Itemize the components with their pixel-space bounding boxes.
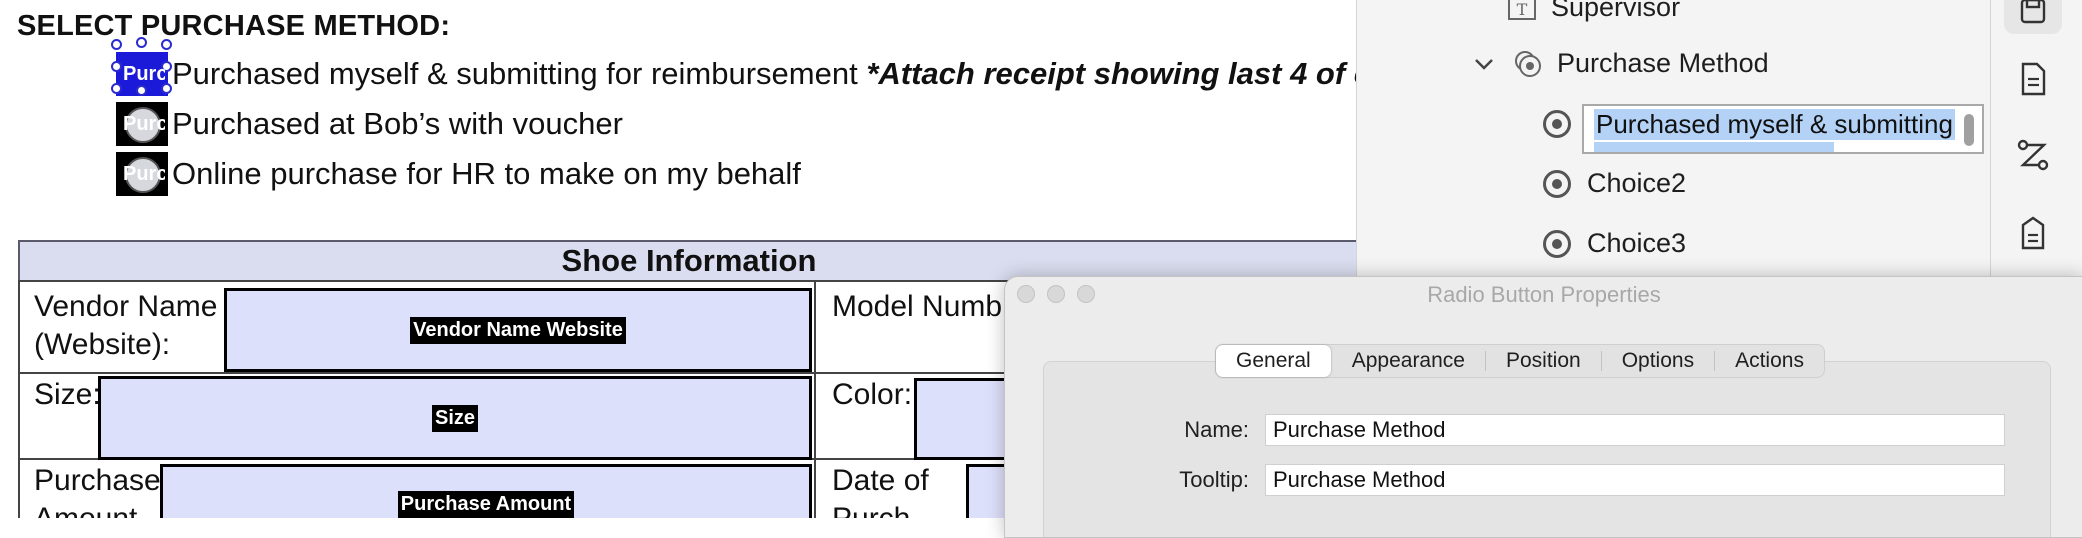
size-field[interactable]: Size (98, 376, 812, 460)
clipboard-icon (2021, 216, 2045, 250)
tree-item-supervisor[interactable]: T Supervisor (1507, 0, 1680, 23)
tree-child-choice3[interactable]: Choice3 (1543, 228, 1686, 259)
date-label-line: Purch (832, 500, 929, 518)
name-row: Name: Purchase Method (1005, 414, 2005, 446)
resize-handle[interactable] (111, 83, 122, 94)
date-label-line: Date of (832, 464, 929, 497)
radio-button-option-3[interactable]: Purc (116, 152, 168, 196)
chevron-down-icon[interactable] (1473, 53, 1495, 75)
purchase-option-2: Purc Purchased at Bob’s with voucher (116, 102, 623, 146)
radio-button-properties-dialog: Radio Button Properties General Appearan… (1004, 276, 2082, 538)
name-field[interactable]: Purchase Method (1265, 414, 2005, 446)
purchase-option-1: Purc Purchased myself & submitting for r… (116, 52, 1360, 96)
field-name: Purchase Amount (397, 490, 575, 518)
resize-handle[interactable] (136, 37, 147, 48)
right-toolbar (1990, 0, 2082, 290)
tree-item-label: Supervisor (1551, 0, 1681, 22)
radio-button-label: Purc (123, 62, 168, 85)
document-icon (2021, 62, 2046, 96)
color-label: Color: (832, 378, 913, 411)
purchase-label-line: Amount (34, 500, 161, 518)
option-label-2: Purchased at Bob’s with voucher (172, 106, 623, 141)
resize-handle[interactable] (136, 85, 147, 96)
purchase-amount-field[interactable]: Purchase Amount (160, 464, 812, 518)
tree-item-label: Choice2 (1587, 168, 1687, 198)
radio-icon (1543, 169, 1571, 198)
tree-child-choice1[interactable] (1543, 110, 1587, 138)
purchase-amount-label: Purchase Amount (34, 462, 161, 518)
radio-button-option-2[interactable]: Purc (116, 102, 168, 146)
tab-options[interactable]: Options (1602, 345, 1714, 377)
date-of-purchase-label: Date of Purch (832, 462, 929, 518)
section-title: SELECT PURCHASE METHOD: (17, 10, 451, 42)
tab-general[interactable]: General (1216, 345, 1331, 377)
dialog-title: Radio Button Properties (1427, 282, 1661, 307)
rename-input[interactable]: Purchased myself & submitting (1582, 104, 1984, 154)
text-selection (1594, 142, 1834, 152)
radio-button-label: Purc (123, 162, 168, 185)
clipboard-button[interactable] (2004, 210, 2062, 256)
tree-item-purchase-method[interactable]: Purchase Method (1473, 48, 1769, 79)
field-name: Size (431, 404, 479, 432)
tab-appearance[interactable]: Appearance (1332, 345, 1485, 377)
route-button[interactable] (2004, 132, 2062, 178)
tree-item-label: Purchase Method (1557, 48, 1769, 78)
document-button[interactable] (2004, 56, 2062, 102)
tree-child-choice2[interactable]: Choice2 (1543, 168, 1686, 199)
model-number-label: Model Numb (832, 290, 1003, 323)
tree-item-label: Choice3 (1587, 228, 1687, 258)
resize-handle[interactable] (161, 39, 172, 50)
radio-icon (1543, 229, 1571, 258)
size-label: Size: (34, 378, 101, 411)
dialog-tabs: General Appearance Position Options Acti… (1215, 344, 1825, 378)
save-icon (2020, 0, 2046, 24)
tooltip-field[interactable]: Purchase Method (1265, 464, 2005, 496)
vendor-label-line: (Website): (34, 328, 171, 361)
vendor-name-field[interactable]: Vendor Name Website (224, 288, 812, 372)
purchase-option-3: Purc Online purchase for HR to make on m… (116, 152, 801, 196)
vendor-label: Vendor Name (Website): (34, 288, 217, 364)
route-icon (2017, 139, 2049, 171)
general-tab-panel (1043, 361, 2051, 537)
option-label-3: Online purchase for HR to make on my beh… (172, 156, 801, 191)
tab-actions[interactable]: Actions (1715, 345, 1824, 377)
vendor-label-line: Vendor Name (34, 290, 218, 323)
tab-position[interactable]: Position (1486, 345, 1601, 377)
tooltip-row: Tooltip: Purchase Method (1005, 464, 2005, 496)
name-label: Name: (1184, 417, 1249, 442)
option-text: Purchased myself & submitting for reimbu… (172, 56, 867, 91)
scrollbar[interactable] (1964, 114, 1974, 146)
resize-handle[interactable] (111, 61, 122, 72)
text-field-icon: T (1508, 0, 1536, 20)
radio-group-icon (1515, 50, 1541, 77)
rename-input-text: Purchased myself & submitting (1594, 109, 1955, 140)
radio-button-label: Purc (123, 112, 168, 135)
purchase-label-line: Purchase (34, 464, 161, 497)
field-name: Vendor Name Website (410, 316, 626, 344)
option-note: *Attach receipt showing last 4 of cr (866, 56, 1360, 91)
save-button[interactable] (2004, 0, 2062, 34)
tooltip-label: Tooltip: (1179, 467, 1249, 492)
option-label-1: Purchased myself & submitting for reimbu… (172, 56, 1360, 92)
svg-text:T: T (1517, 0, 1528, 19)
radio-icon (1543, 110, 1571, 138)
resize-handle[interactable] (111, 39, 122, 50)
